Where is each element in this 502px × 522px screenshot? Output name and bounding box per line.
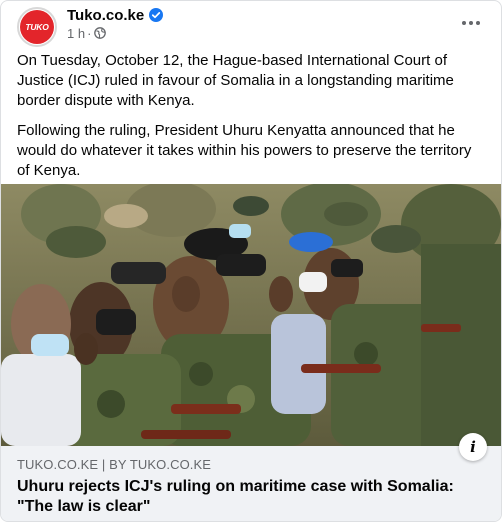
more-options-button[interactable] — [455, 9, 487, 37]
post-meta: 1 h · — [67, 25, 107, 41]
post-header: TUKO Tuko.co.ke 1 h · — [1, 1, 501, 49]
avatar-logo-text: TUKO — [25, 22, 49, 32]
photo-illustration — [1, 184, 501, 446]
post-timestamp[interactable]: 1 h — [67, 26, 85, 41]
link-preview[interactable]: TUKO.CO.KE | BY TUKO.CO.KE Uhuru rejects… — [1, 433, 501, 521]
post-paragraph-1: On Tuesday, October 12, the Hague-based … — [17, 52, 454, 109]
more-options-icon — [462, 21, 480, 25]
post-text: On Tuesday, October 12, the Hague-based … — [17, 51, 487, 191]
post-photo[interactable] — [1, 184, 501, 446]
page-avatar[interactable]: TUKO — [17, 7, 57, 47]
tuko-logo: TUKO — [20, 10, 54, 44]
page-name-row: Tuko.co.ke — [67, 5, 164, 25]
link-domain: TUKO.CO.KE | BY TUKO.CO.KE — [17, 457, 212, 472]
link-title[interactable]: Uhuru rejects ICJ's ruling on maritime c… — [17, 477, 457, 517]
page-name-link[interactable]: Tuko.co.ke — [67, 7, 144, 24]
info-button[interactable]: i — [459, 433, 487, 461]
facebook-post: TUKO Tuko.co.ke 1 h · On Tuesday, Octobe… — [0, 0, 502, 522]
info-icon: i — [470, 438, 476, 456]
verified-badge-icon — [149, 8, 164, 22]
post-paragraph-2: Following the ruling, President Uhuru Ke… — [17, 122, 472, 179]
globe-icon[interactable] — [94, 27, 107, 39]
meta-separator: · — [87, 25, 92, 41]
